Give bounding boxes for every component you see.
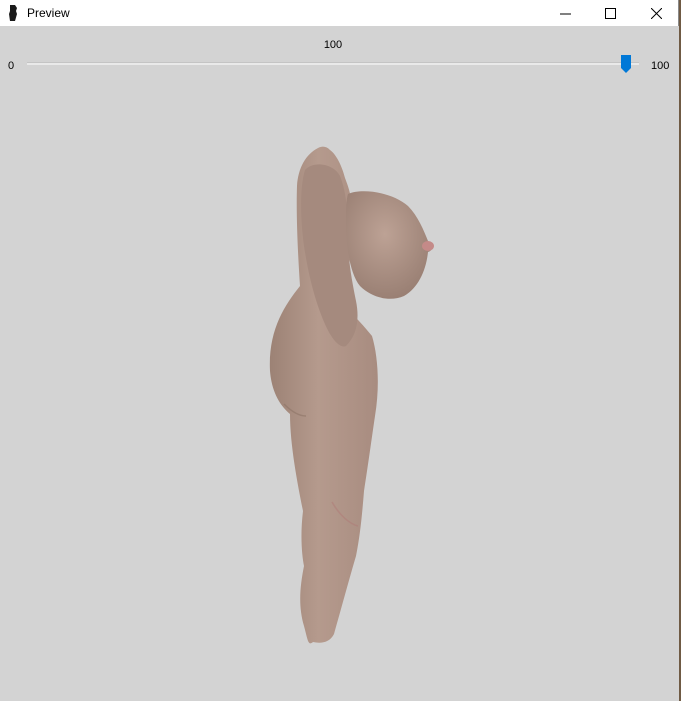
- morph-slider[interactable]: [24, 54, 644, 74]
- maximize-icon: [604, 7, 616, 19]
- maximize-button[interactable]: [587, 0, 633, 26]
- body-model: [269, 146, 434, 644]
- preview-client-area: 100 0 100: [0, 26, 679, 701]
- close-button[interactable]: [633, 0, 679, 26]
- minimize-button[interactable]: [542, 0, 588, 26]
- minimize-icon: [559, 13, 571, 14]
- app-figure-icon: [9, 5, 17, 21]
- window-title: Preview: [27, 6, 70, 20]
- close-icon: [650, 7, 662, 19]
- slider-max-label: 100: [651, 60, 670, 72]
- title-bar[interactable]: Preview: [0, 0, 678, 26]
- slider-min-label: 0: [8, 60, 15, 72]
- slider-thumb[interactable]: [620, 54, 632, 74]
- model-viewport[interactable]: [0, 86, 679, 701]
- slider-value-label: 100: [323, 39, 343, 51]
- slider-track[interactable]: [27, 62, 639, 65]
- preview-window: Preview 100 0 100: [0, 0, 679, 701]
